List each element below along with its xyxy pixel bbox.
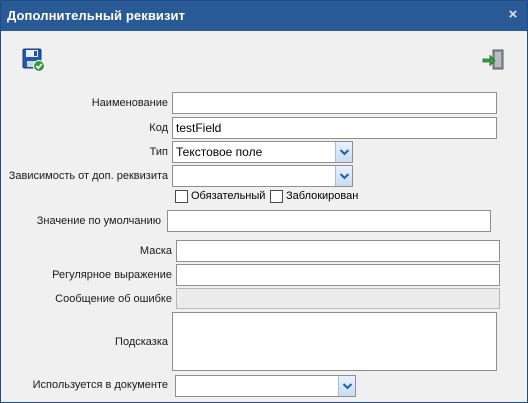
used-in-document-dropdown-button[interactable] <box>338 376 355 396</box>
required-checkbox-label: Обязательный <box>191 190 266 202</box>
error-message-label: Сообщение об ошибке <box>55 293 172 305</box>
type-dropdown-button[interactable] <box>335 142 352 162</box>
used-in-document-label: Используется в документе <box>32 379 168 391</box>
chevron-down-icon <box>342 383 353 390</box>
mask-input[interactable] <box>176 240 500 262</box>
required-checkbox-group[interactable]: Обязательный <box>175 188 265 204</box>
error-message-input <box>176 288 500 309</box>
chevron-down-icon <box>339 149 350 156</box>
required-checkbox[interactable] <box>175 189 188 203</box>
close-button[interactable]: × <box>505 7 521 23</box>
name-label: Наименование <box>91 97 168 109</box>
code-input[interactable] <box>172 117 497 139</box>
default-value-input[interactable] <box>167 210 491 232</box>
chevron-down-icon <box>339 173 350 180</box>
dependency-dropdown-button[interactable] <box>335 166 352 186</box>
exit-button[interactable] <box>481 47 507 73</box>
type-select[interactable]: Текстовое поле <box>172 141 353 163</box>
used-in-document-select[interactable] <box>175 375 356 397</box>
locked-checkbox-group[interactable]: Заблокирован <box>270 188 358 204</box>
mask-label: Маска <box>139 245 172 257</box>
exit-door-icon <box>482 49 504 70</box>
regex-input[interactable] <box>176 264 500 286</box>
window-title: Дополнительный реквизит <box>7 8 186 23</box>
dependency-label: Зависимость от доп. реквизита <box>8 170 168 182</box>
save-button[interactable] <box>21 47 47 73</box>
hint-textarea[interactable] <box>172 312 497 371</box>
code-label: Код <box>149 122 168 134</box>
type-select-value: Текстовое поле <box>176 145 263 159</box>
dependency-select[interactable] <box>172 165 353 187</box>
locked-checkbox[interactable] <box>270 189 283 203</box>
name-input[interactable] <box>172 92 497 114</box>
locked-checkbox-label: Заблокирован <box>286 190 359 202</box>
default-value-label: Значение по умолчанию <box>36 215 161 227</box>
save-floppy-icon <box>22 48 45 72</box>
hint-label: Подсказка <box>115 336 168 348</box>
dialog-window: Дополнительный реквизит × Наименование К… <box>0 0 528 403</box>
regex-label: Регулярное выражение <box>52 269 172 281</box>
type-label: Тип <box>149 146 168 158</box>
title-bar: Дополнительный реквизит × <box>1 1 527 31</box>
